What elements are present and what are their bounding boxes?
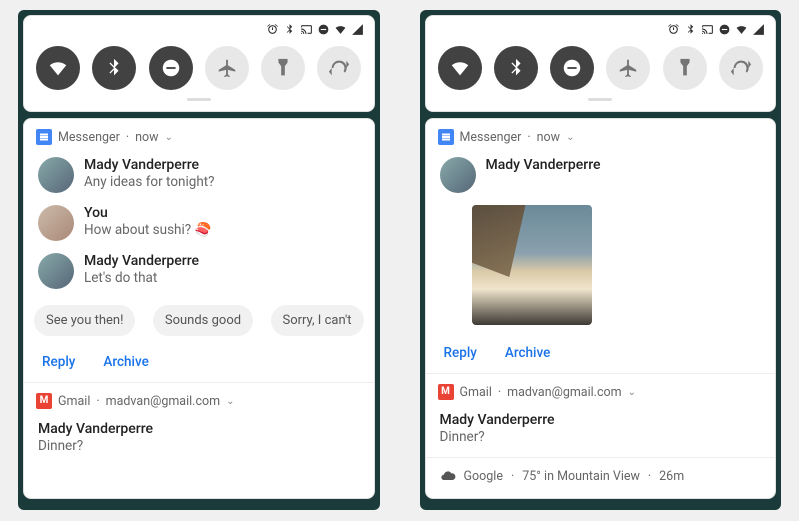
qs-rotate[interactable] [317,46,361,90]
messenger-app-icon [36,129,52,145]
qs-airplane[interactable] [205,46,249,90]
gmail-sender: Mady Vanderperre [440,412,762,428]
weather-age: 26m [659,469,684,484]
qs-dnd[interactable] [149,46,193,90]
notification-header-messenger[interactable]: Messenger · now ⌄ [24,119,374,151]
weather-provider: Google [464,469,503,484]
avatar [38,253,74,289]
app-name: Messenger [58,130,120,145]
cell-icon [351,23,364,39]
notification-actions: Reply Archive [24,340,374,382]
archive-action[interactable]: Archive [103,354,148,370]
avatar [440,157,476,193]
smart-reply-chip[interactable]: Sounds good [153,305,253,336]
app-name: Messenger [460,130,522,145]
alarm-icon [266,23,279,39]
smart-reply-row: See you then! Sounds good Sorry, I can't [24,295,374,340]
notification-header-gmail[interactable]: M Gmail · madvan@gmail.com ⌄ [24,383,374,415]
avatar [38,205,74,241]
smart-reply-chip[interactable]: Sorry, I can't [271,305,364,336]
quick-settings-panel [425,15,777,112]
qs-wifi[interactable] [438,46,482,90]
phone-right: Messenger · now ⌄ Mady Vanderperre Reply… [420,10,782,510]
chevron-down-icon: ⌄ [226,396,234,407]
message-row: Mady Vanderperre Any ideas for tonight? [24,151,374,199]
reply-action[interactable]: Reply [42,354,75,370]
image-attachment[interactable] [472,205,592,325]
message-text: How about sushi? 🍣 [84,222,211,238]
chevron-down-icon: ⌄ [566,132,574,143]
quick-settings-row [34,46,364,90]
notification-header-gmail[interactable]: M Gmail · madvan@gmail.com ⌄ [426,374,776,406]
cast-icon [300,23,313,39]
qs-flashlight[interactable] [663,46,707,90]
smart-reply-chip[interactable]: See you then! [34,305,135,336]
message-sender: Mady Vanderperre [486,157,601,173]
drag-handle[interactable] [588,98,612,101]
gmail-sender: Mady Vanderperre [38,421,360,437]
qs-airplane[interactable] [606,46,650,90]
message-row: Mady Vanderperre Let's do that [24,247,374,295]
wifi-icon [735,23,748,39]
gmail-app-icon: M [438,384,454,400]
notif-time: now [537,130,560,145]
qs-flashlight[interactable] [261,46,305,90]
dnd-icon [718,23,731,39]
message-text: Any ideas for tonight? [84,174,215,190]
qs-bluetooth[interactable] [494,46,538,90]
qs-dnd[interactable] [550,46,594,90]
cloud-icon [440,468,456,484]
qs-rotate[interactable] [719,46,763,90]
status-bar [34,22,364,40]
message-sender: Mady Vanderperre [84,157,215,173]
gmail-account: madvan@gmail.com [106,394,221,409]
weather-summary: 75° in Mountain View [522,469,640,484]
notification-header-messenger[interactable]: Messenger · now ⌄ [426,119,776,151]
gmail-notification-body[interactable]: Mady Vanderperre Dinner? [426,406,776,457]
chevron-down-icon: ⌄ [628,387,636,398]
qs-bluetooth[interactable] [92,46,136,90]
quick-settings-row [436,46,766,90]
avatar [38,157,74,193]
notif-time: now [135,130,158,145]
weather-notification[interactable]: Google · 75° in Mountain View · 26m [426,457,776,494]
drag-handle[interactable] [187,98,211,101]
message-row: Mady Vanderperre [426,151,776,199]
gmail-subject: Dinner? [440,429,762,445]
cast-icon [701,23,714,39]
notification-actions: Reply Archive [426,331,776,373]
gmail-notification-body[interactable]: Mady Vanderperre Dinner? [24,415,374,466]
gmail-subject: Dinner? [38,438,360,454]
reply-action[interactable]: Reply [444,345,477,361]
app-name: Gmail [460,385,492,400]
message-sender: You [84,205,211,221]
dnd-icon [317,23,330,39]
app-name: Gmail [58,394,90,409]
qs-wifi[interactable] [36,46,80,90]
notifications-panel: Messenger · now ⌄ Mady Vanderperre Any i… [23,118,375,499]
messenger-app-icon [438,129,454,145]
bluetooth-icon [283,23,296,39]
wifi-icon [334,23,347,39]
cell-icon [752,23,765,39]
phone-left: Messenger · now ⌄ Mady Vanderperre Any i… [18,10,380,510]
chevron-down-icon: ⌄ [165,132,173,143]
message-row: You How about sushi? 🍣 [24,199,374,247]
gmail-account: madvan@gmail.com [507,385,622,400]
bluetooth-icon [684,23,697,39]
message-text: Let's do that [84,270,199,286]
quick-settings-panel [23,15,375,112]
notifications-panel: Messenger · now ⌄ Mady Vanderperre Reply… [425,118,777,499]
archive-action[interactable]: Archive [505,345,550,361]
alarm-icon [667,23,680,39]
message-sender: Mady Vanderperre [84,253,199,269]
status-bar [436,22,766,40]
gmail-app-icon: M [36,393,52,409]
